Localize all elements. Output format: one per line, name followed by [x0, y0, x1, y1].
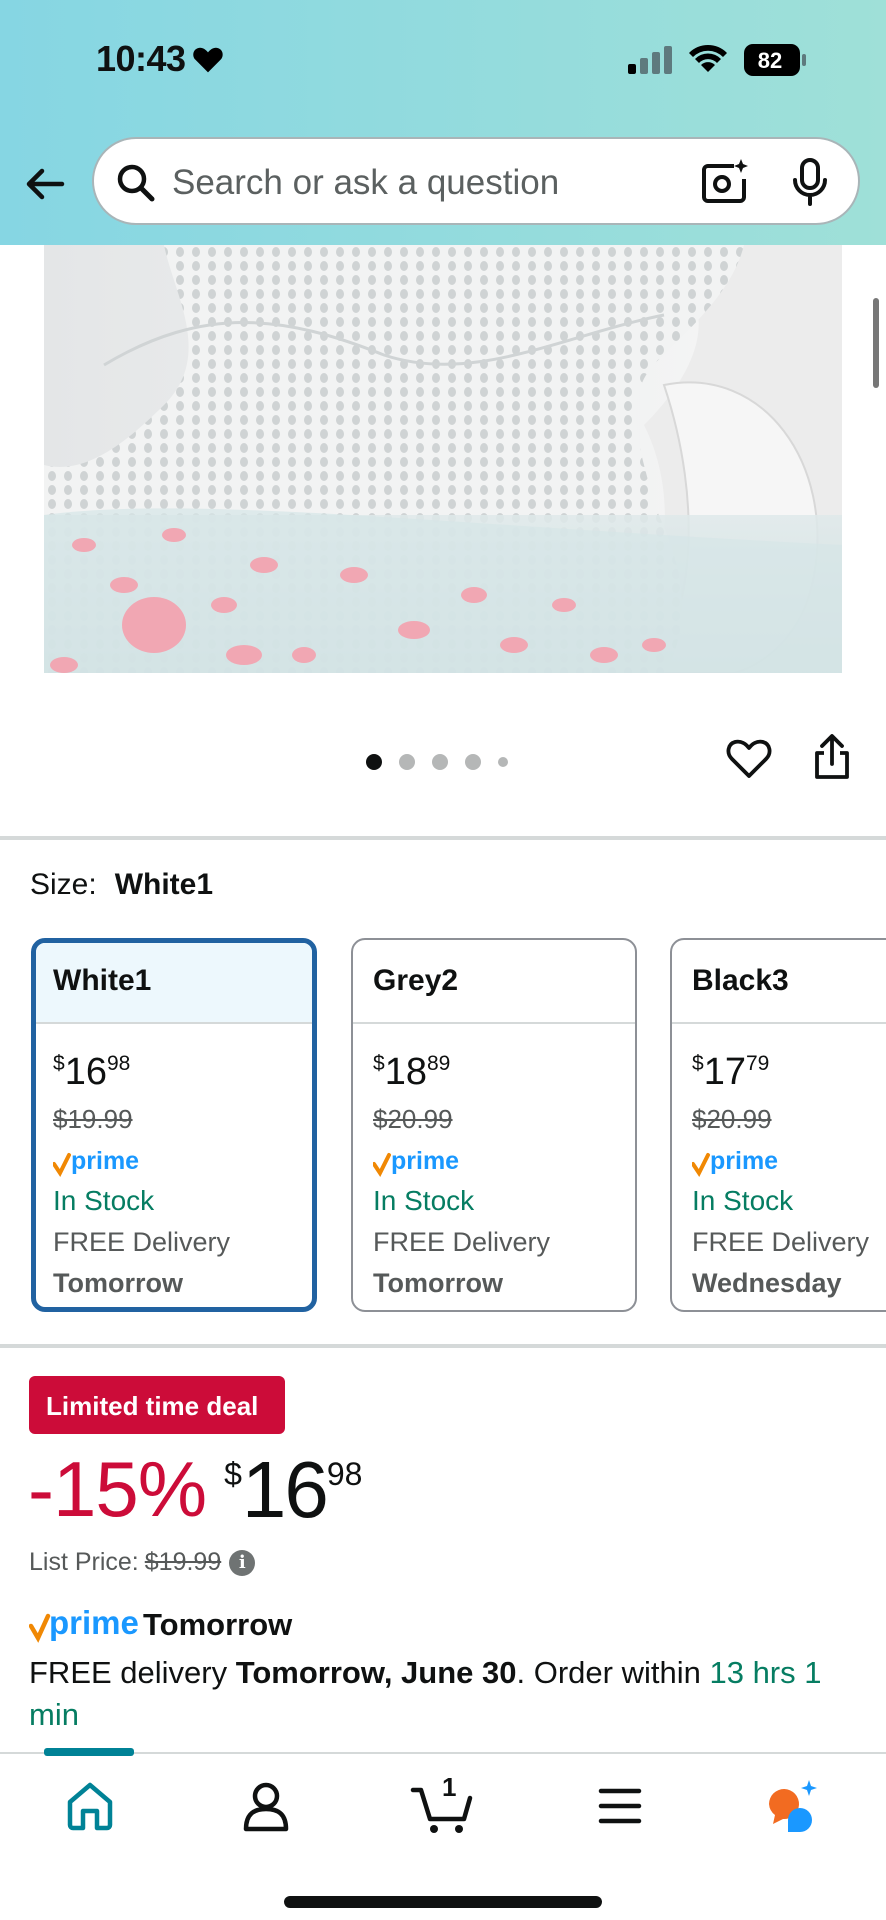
account-icon[interactable]	[236, 1778, 296, 1834]
back-arrow-icon[interactable]	[22, 160, 70, 208]
variant-price-whole: 16	[64, 1051, 107, 1093]
bottom-nav-bar: 1	[0, 1748, 886, 1920]
search-icon	[117, 164, 155, 202]
app-header: 10:43 82 Search or ask a question	[0, 0, 886, 245]
variant-list-price: $20.99	[373, 1104, 453, 1134]
section-divider	[0, 1344, 886, 1348]
delivery-prefix: FREE delivery	[29, 1655, 236, 1690]
variant-name: Grey2	[353, 940, 635, 1024]
limited-time-deal-badge: Limited time deal	[29, 1376, 285, 1434]
prime-word: prime	[710, 1147, 778, 1175]
variant-delivery-day: Tomorrow	[53, 1268, 183, 1298]
camera-search-icon[interactable]	[700, 157, 750, 207]
variant-price: $1779	[692, 1051, 770, 1093]
variant-delivery: FREE Delivery	[692, 1227, 870, 1257]
home-indicator-bar	[284, 1896, 602, 1908]
variant-card-black3[interactable]: Black3 $1779 $20.99 prime In Stock FREE …	[670, 938, 886, 1312]
variant-name: White1	[36, 943, 312, 1024]
variant-card-white1[interactable]: White1 $1698 $19.99 prime In Stock FREE …	[31, 938, 317, 1312]
size-selected-value: White1	[114, 868, 214, 901]
prime-word: prime	[391, 1147, 459, 1175]
price-cents: 98	[326, 1456, 363, 1492]
search-bar[interactable]: Search or ask a question	[92, 137, 860, 225]
carousel-dot-5[interactable]	[498, 757, 508, 767]
prime-delivery-row: prime Tomorrow	[29, 1606, 292, 1644]
variant-stock: In Stock	[53, 1185, 155, 1216]
delivery-date: Tomorrow, June 30	[235, 1655, 517, 1690]
variant-delivery-day: Tomorrow	[373, 1268, 503, 1298]
cart-button[interactable]: 1	[410, 1772, 476, 1836]
wifi-icon	[689, 44, 727, 72]
delivery-middle: . Order within	[516, 1655, 710, 1690]
share-icon[interactable]	[812, 733, 852, 781]
status-time: 10:43	[96, 38, 224, 80]
carousel-dot-2[interactable]	[399, 754, 415, 770]
heart-status-icon	[192, 47, 223, 73]
size-label: Size:	[30, 868, 97, 901]
list-price-label: List Price:	[29, 1548, 139, 1576]
price-currency: $	[224, 1456, 242, 1492]
carousel-dot-3[interactable]	[432, 754, 448, 770]
prime-logo-icon: prime	[29, 1606, 139, 1643]
prime-word: prime	[49, 1606, 139, 1641]
variant-delivery: FREE Delivery	[373, 1227, 551, 1257]
status-bar: 10:43 82	[0, 0, 886, 120]
variant-price-cents: 79	[745, 1052, 770, 1075]
menu-icon[interactable]	[590, 1778, 650, 1834]
variant-list-price: $20.99	[692, 1104, 772, 1134]
status-time-text: 10:43	[96, 38, 186, 79]
battery-icon: 82	[744, 44, 806, 76]
battery-indicator: 82	[744, 44, 808, 76]
info-icon[interactable]: i	[229, 1549, 256, 1576]
microphone-icon[interactable]	[790, 157, 830, 207]
carousel-dot-4[interactable]	[465, 754, 481, 770]
variant-price-cents: 98	[106, 1052, 131, 1075]
delivery-message: FREE delivery Tomorrow, June 30. Order w…	[29, 1652, 849, 1736]
variant-price: $1889	[373, 1051, 451, 1093]
active-tab-indicator	[44, 1748, 134, 1756]
discount-percent: -15%	[28, 1445, 207, 1533]
price-whole: 16	[241, 1445, 329, 1534]
variant-price-whole: 17	[703, 1051, 746, 1093]
product-image[interactable]	[44, 245, 842, 673]
scroll-indicator	[873, 298, 879, 388]
section-divider	[0, 836, 886, 840]
prime-word: prime	[71, 1147, 139, 1175]
cellular-signal-icon	[628, 46, 672, 74]
cart-count-badge: 1	[442, 1772, 457, 1802]
prime-check-icon: prime	[372, 1147, 459, 1177]
prime-delivery-day: Tomorrow	[143, 1607, 293, 1642]
variant-delivery: FREE Delivery	[53, 1227, 231, 1257]
variant-stock: In Stock	[692, 1185, 794, 1216]
rufus-assistant-icon[interactable]	[764, 1778, 824, 1834]
variant-price-whole: 18	[384, 1051, 427, 1093]
image-carousel-dots[interactable]	[366, 754, 508, 770]
list-price-line: List Price: $19.99 i	[29, 1548, 256, 1577]
wishlist-heart-icon[interactable]	[726, 736, 772, 782]
prime-logo: prime	[52, 1147, 312, 1177]
variant-list-price: $19.99	[53, 1104, 133, 1134]
prime-check-icon: prime	[52, 1147, 139, 1177]
size-selector-label: Size: White1	[30, 868, 213, 902]
carousel-dot-1[interactable]	[366, 754, 382, 770]
prime-logo: prime	[372, 1147, 635, 1177]
prime-check-icon: prime	[691, 1147, 778, 1177]
deal-price: -15% $ 16 98	[28, 1444, 362, 1536]
variant-price: $1698	[53, 1051, 131, 1093]
bath-pillow-illustration	[44, 245, 842, 673]
list-price-value: $19.99	[144, 1548, 222, 1576]
variant-stock: In Stock	[373, 1185, 475, 1216]
home-icon[interactable]	[60, 1778, 120, 1834]
prime-logo: prime	[691, 1147, 886, 1177]
battery-level: 82	[758, 48, 782, 73]
variant-price-cents: 89	[426, 1052, 451, 1075]
search-placeholder[interactable]: Search or ask a question	[172, 163, 559, 203]
variant-delivery-day: Wednesday	[692, 1268, 842, 1298]
variant-name: Black3	[672, 940, 886, 1024]
variant-card-grey2[interactable]: Grey2 $1889 $20.99 prime In Stock FREE D…	[351, 938, 637, 1312]
